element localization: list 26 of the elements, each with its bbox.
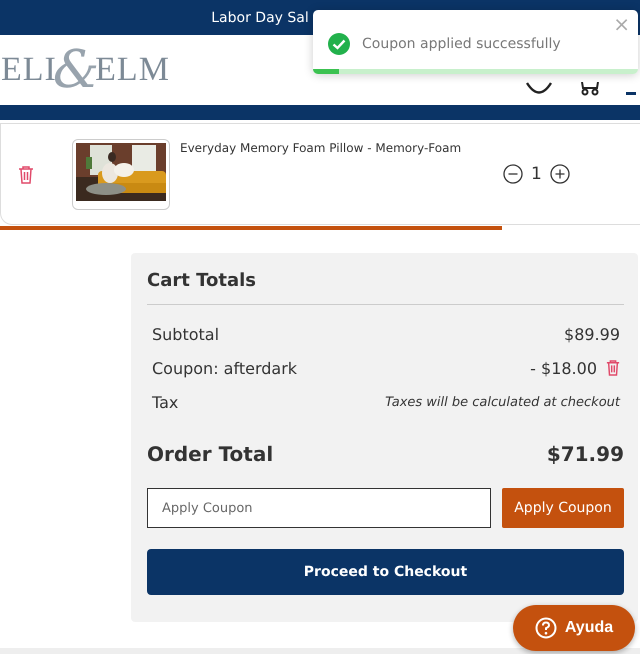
apply-coupon-button[interactable]: Apply Coupon (502, 488, 624, 528)
toast-message: Coupon applied successfully (362, 36, 561, 52)
menu-icon[interactable] (626, 92, 636, 96)
order-total-label: Order Total (147, 442, 274, 466)
help-button[interactable]: Ayuda (513, 605, 635, 651)
row-value: - $18.00 (530, 358, 597, 378)
cart-icon[interactable] (578, 82, 602, 96)
row-value: Taxes will be calculated at checkout (385, 394, 620, 410)
trash-icon[interactable] (18, 166, 34, 184)
check-icon (327, 32, 351, 56)
row-label: Coupon: afterdark (152, 358, 298, 378)
trash-icon[interactable] (606, 360, 620, 376)
order-total-value: $71.99 (546, 442, 624, 466)
row-label: Subtotal (152, 324, 220, 344)
account-icon[interactable] (524, 82, 554, 96)
row-value: $89.99 (564, 324, 620, 344)
plus-icon[interactable] (550, 164, 570, 184)
panel-title: Cart Totals (147, 270, 624, 305)
banner-text: Labor Day Sal (211, 10, 309, 26)
minus-icon[interactable] (503, 164, 523, 184)
checkout-button[interactable]: Proceed to Checkout (147, 549, 624, 595)
product-name[interactable]: Everyday Memory Foam Pillow - Memory-Foam (180, 141, 462, 155)
quantity-value: 1 (531, 164, 542, 184)
coupon-field[interactable]: Apply Coupon (147, 488, 491, 528)
help-icon (534, 617, 557, 639)
row-label: Tax (152, 392, 178, 412)
